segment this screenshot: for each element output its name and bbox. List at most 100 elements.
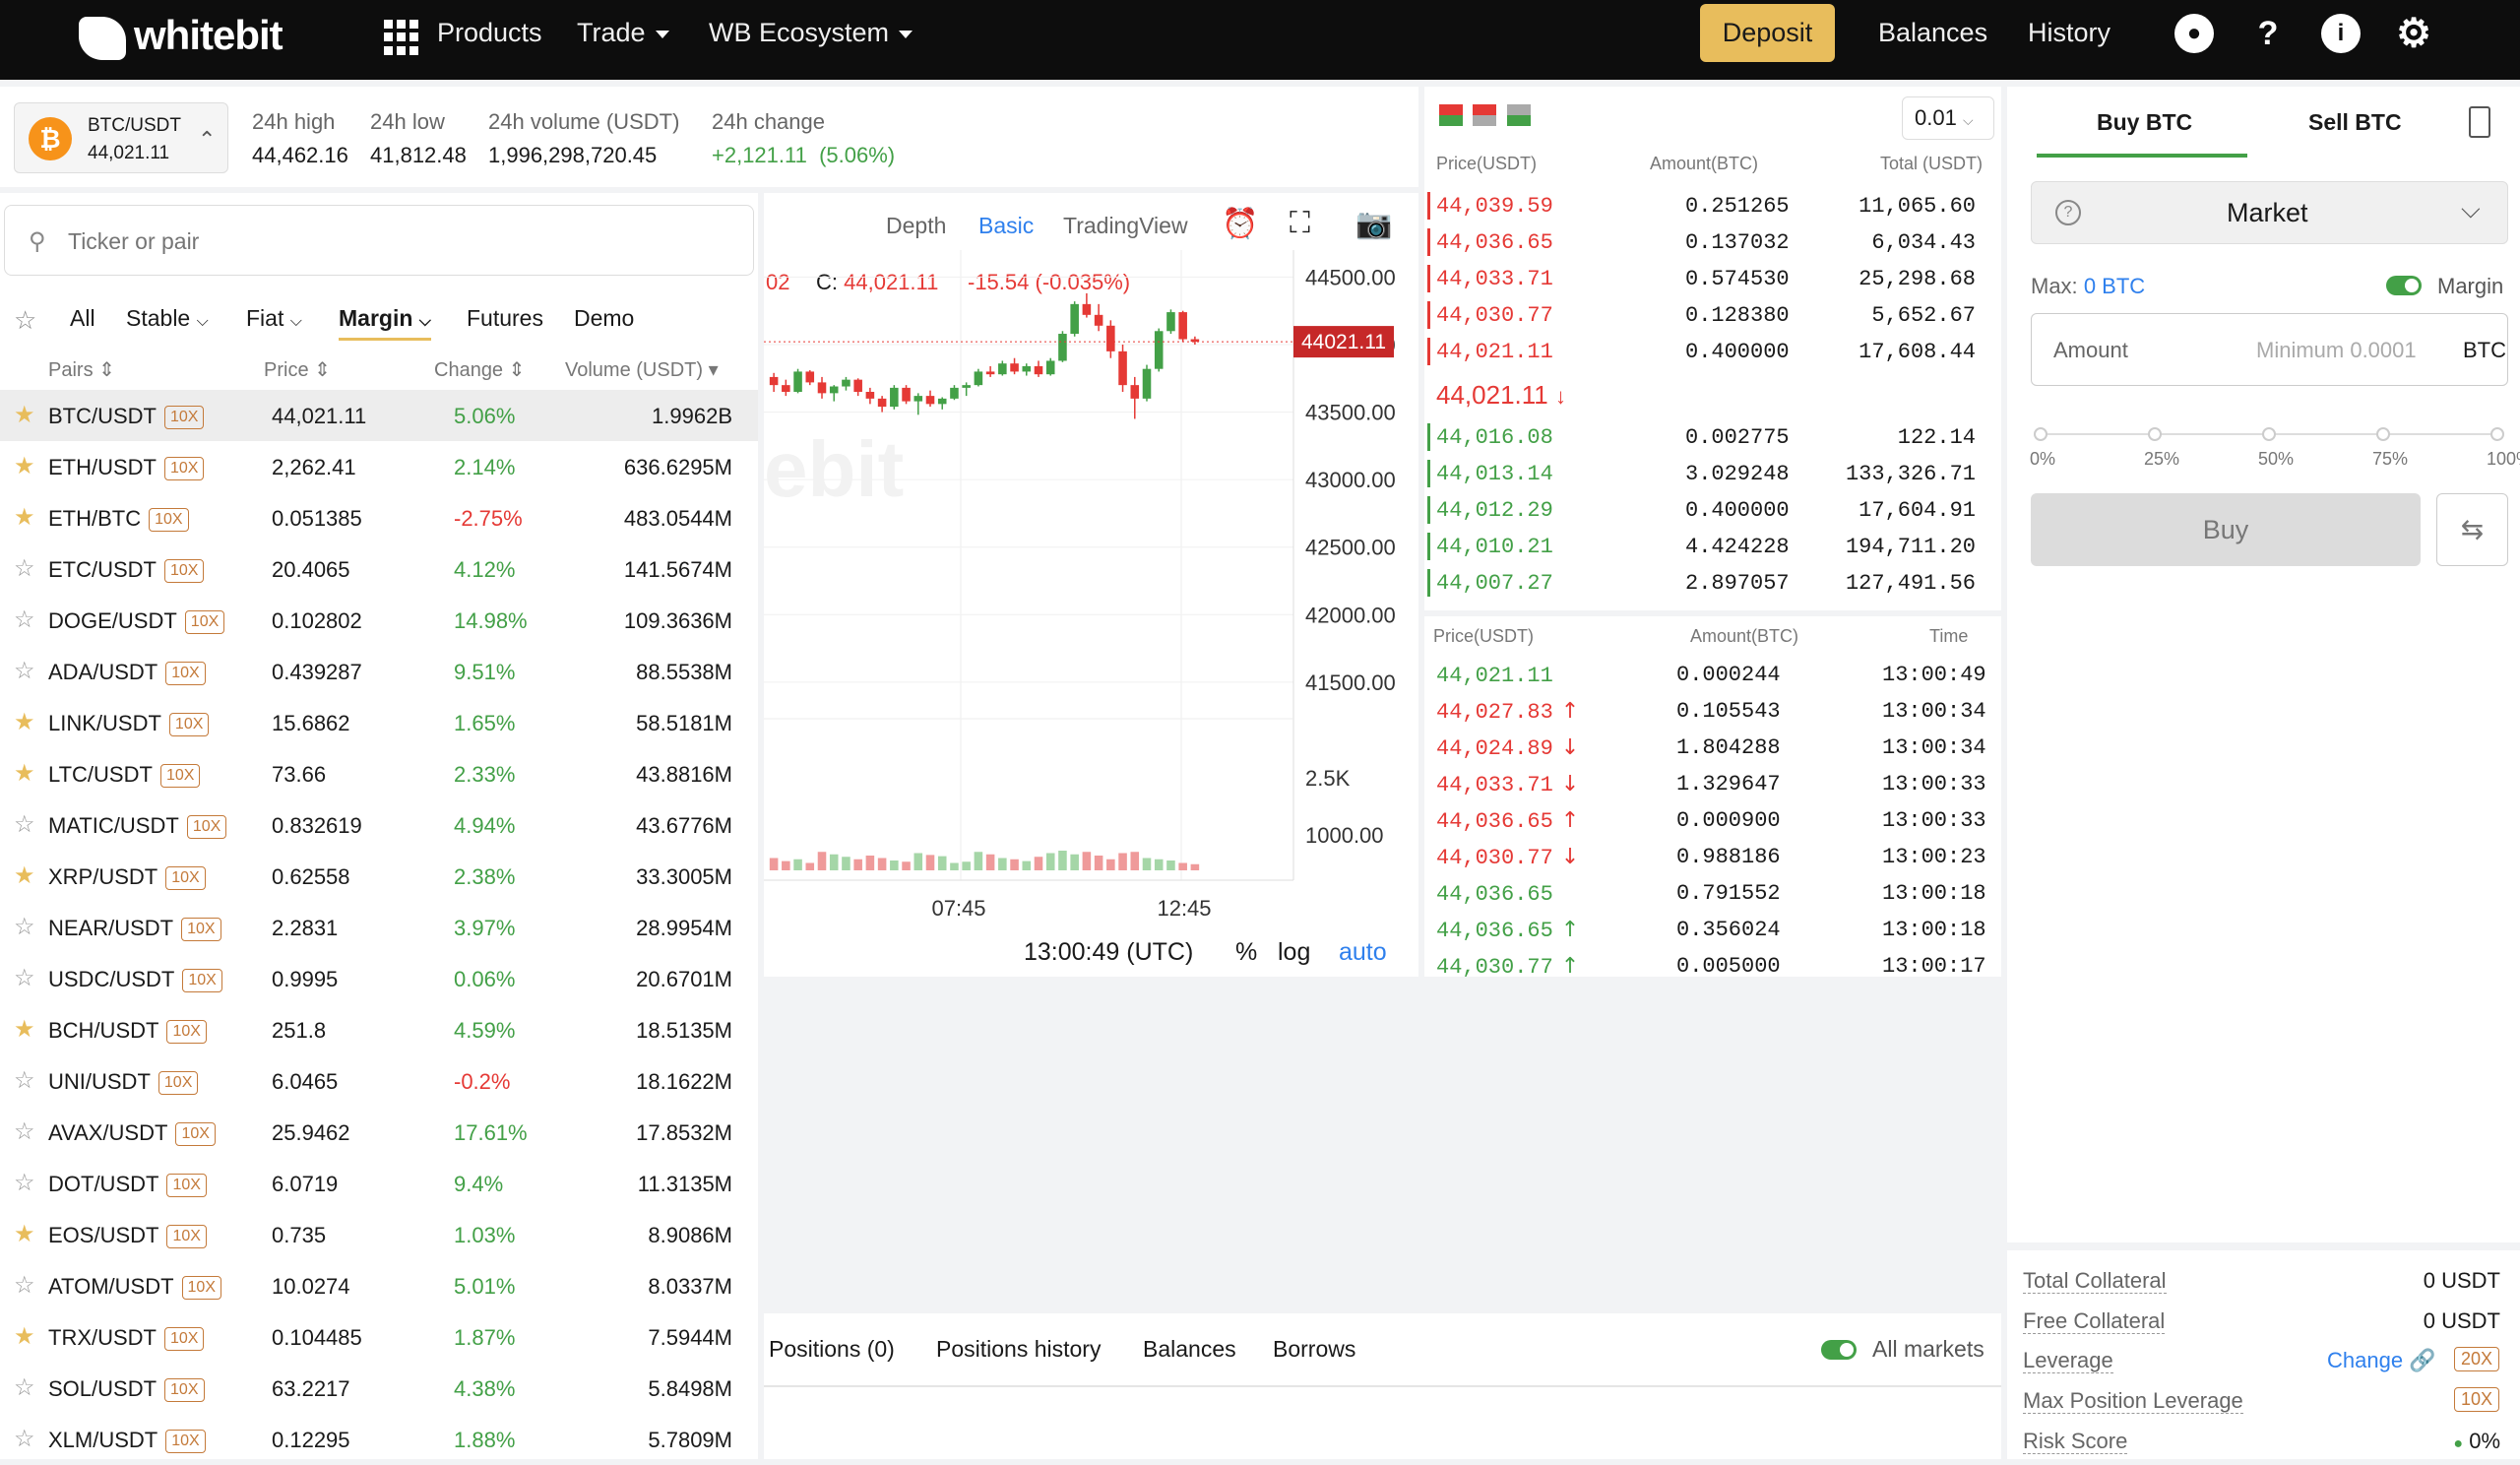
filter-demo[interactable]: Demo [574,305,634,332]
favorite-star-icon[interactable]: ☆ [14,916,35,939]
tab-buy-btc[interactable]: Buy BTC [2097,109,2192,136]
market-row[interactable]: ★BTC/USDT10X44,021.115.06%1.9962B [0,390,758,441]
chart-auto-toggle[interactable]: auto [1339,938,1387,967]
market-row[interactable]: ★LINK/USDT10X15.68621.65%58.5181M [0,697,758,748]
price-step-select[interactable]: 0.01 ⌵ [1902,96,1994,140]
order-type-select[interactable]: ? Market ⌵ [2031,181,2508,244]
favorite-star-icon[interactable]: ☆ [14,1172,35,1195]
pair-selector[interactable]: ₿ BTC/USDT 44,021.11 ⌃ [14,102,228,173]
nav-trade[interactable]: Trade [577,18,669,48]
bid-price[interactable]: 44,013.14 [1436,462,1553,486]
slider-stop[interactable] [2490,427,2504,441]
settings-gear-icon[interactable]: ⚙ [2394,14,2433,53]
slider-stop[interactable] [2376,427,2390,441]
market-row[interactable]: ★ETH/USDT10X2,262.412.14%636.6295M [0,441,758,492]
tab-positions[interactable]: Positions (0) [769,1336,895,1363]
nav-balances[interactable]: Balances [1878,18,1987,48]
info-icon[interactable]: i [2321,14,2361,53]
market-row[interactable]: ☆AVAX/USDT10X25.946217.61%17.8532M [0,1107,758,1158]
filter-margin[interactable]: Margin ⌵ [339,305,431,341]
favorites-star-icon[interactable]: ☆ [14,305,36,336]
nav-products[interactable]: Products [437,18,542,48]
favorite-star-icon[interactable]: ☆ [14,1428,35,1451]
user-icon[interactable]: ● [2174,14,2214,53]
camera-icon[interactable]: 📷 [1355,207,1392,241]
favorite-star-icon[interactable]: ☆ [14,1069,35,1093]
market-row[interactable]: ★ETH/BTC10X0.051385-2.75%483.0544M [0,492,758,543]
tab-sell-btc[interactable]: Sell BTC [2308,109,2402,136]
favorite-star-icon[interactable]: ★ [14,1018,35,1042]
market-row[interactable]: ☆UNI/USDT10X6.0465-0.2%18.1622M [0,1055,758,1107]
col-pairs[interactable]: Pairs ⇕ [48,357,115,382]
favorite-star-icon[interactable]: ☆ [14,608,35,632]
tab-borrows[interactable]: Borrows [1273,1336,1355,1363]
market-row[interactable]: ☆DOT/USDT10X6.07199.4%11.3135M [0,1158,758,1209]
view-asks-icon[interactable] [1473,104,1496,126]
ask-price[interactable]: 44,036.65 [1436,230,1553,255]
slider-stop[interactable] [2148,427,2162,441]
ask-price[interactable]: 44,033.71 [1436,267,1553,291]
favorite-star-icon[interactable]: ★ [14,506,35,530]
orderbook-view-icons[interactable] [1439,104,1531,131]
help-icon[interactable]: ? [2055,200,2081,225]
market-row[interactable]: ★XRP/USDT10X0.625582.38%33.3005M [0,851,758,902]
market-row[interactable]: ☆USDC/USDT10X0.99950.06%20.6701M [0,953,758,1004]
slider-stop[interactable] [2262,427,2276,441]
market-row[interactable]: ☆ETC/USDT10X20.40654.12%141.5674M [0,543,758,595]
bid-price[interactable]: 44,010.21 [1436,535,1553,559]
market-row[interactable]: ★LTC/USDT10X73.662.33%43.8816M [0,748,758,799]
favorite-star-icon[interactable]: ☆ [14,967,35,990]
whitebit-logo[interactable]: whitebit [79,12,283,60]
market-row[interactable]: ☆ATOM/USDT10X10.02745.01%8.0337M [0,1260,758,1311]
col-change[interactable]: Change ⇕ [434,357,525,382]
view-bids-icon[interactable] [1507,104,1531,126]
favorite-star-icon[interactable]: ☆ [14,660,35,683]
favorite-star-icon[interactable]: ☆ [14,813,35,837]
filter-all[interactable]: All [70,305,95,332]
chart-log-toggle[interactable]: log [1278,938,1310,967]
chart-tab-basic[interactable]: Basic [978,213,1034,239]
chart-percent-toggle[interactable]: % [1235,938,1257,967]
tab-balances[interactable]: Balances [1143,1336,1236,1363]
ask-price[interactable]: 44,039.59 [1436,194,1553,219]
slider-stop[interactable] [2034,427,2048,441]
swap-arrows-icon[interactable]: ⇆ [2436,493,2508,566]
favorite-star-icon[interactable]: ☆ [14,1376,35,1400]
chart-tab-depth[interactable]: Depth [886,213,946,239]
bid-price[interactable]: 44,016.08 [1436,425,1553,450]
market-row[interactable]: ☆DOGE/USDT10X0.10280214.98%109.3636M [0,595,758,646]
support-chat-icon[interactable]: ? [2248,14,2288,53]
deposit-button[interactable]: Deposit [1700,4,1835,62]
margin-toggle[interactable] [2386,276,2422,295]
market-row[interactable]: ☆XLM/USDT10X0.122951.88%5.7809M [0,1414,758,1465]
chart-tab-tradingview[interactable]: TradingView [1063,213,1188,239]
market-row[interactable]: ☆ADA/USDT10X0.4392879.51%88.5538M [0,646,758,697]
filter-stable[interactable]: Stable ⌵ [126,305,209,332]
view-both-icon[interactable] [1439,104,1463,126]
market-row[interactable]: ☆SOL/USDT10X63.22174.38%5.8498M [0,1363,758,1414]
price-chart[interactable]: ebit44500.0044000.0043500.0043000.004250… [764,250,1418,939]
apps-grid-icon[interactable] [384,20,419,55]
favorite-star-icon[interactable]: ☆ [14,1120,35,1144]
col-price[interactable]: Price ⇕ [264,357,331,382]
calculator-icon[interactable] [2469,106,2490,138]
favorite-star-icon[interactable]: ☆ [14,1274,35,1298]
alarm-icon[interactable]: ⏰ [1222,207,1258,241]
nav-history[interactable]: History [2028,18,2110,48]
search-input[interactable] [68,223,708,259]
favorite-star-icon[interactable]: ★ [14,455,35,478]
fullscreen-icon[interactable]: ⛶ [1290,207,1310,240]
market-row[interactable]: ★EOS/USDT10X0.7351.03%8.9086M [0,1209,758,1260]
favorite-star-icon[interactable]: ★ [14,864,35,888]
market-row[interactable]: ☆NEAR/USDT10X2.28313.97%28.9954M [0,902,758,953]
pair-search[interactable]: ⚲ [4,205,754,276]
all-markets-toggle[interactable] [1821,1340,1857,1360]
favorite-star-icon[interactable]: ★ [14,1325,35,1349]
buy-button[interactable]: Buy [2031,493,2421,566]
bid-price[interactable]: 44,007.27 [1436,571,1553,596]
favorite-star-icon[interactable]: ★ [14,404,35,427]
favorite-star-icon[interactable]: ★ [14,1223,35,1246]
market-row[interactable]: ☆MATIC/USDT10X0.8326194.94%43.6776M [0,799,758,851]
filter-fiat[interactable]: Fiat ⌵ [246,305,302,332]
bid-price[interactable]: 44,012.29 [1436,498,1553,523]
